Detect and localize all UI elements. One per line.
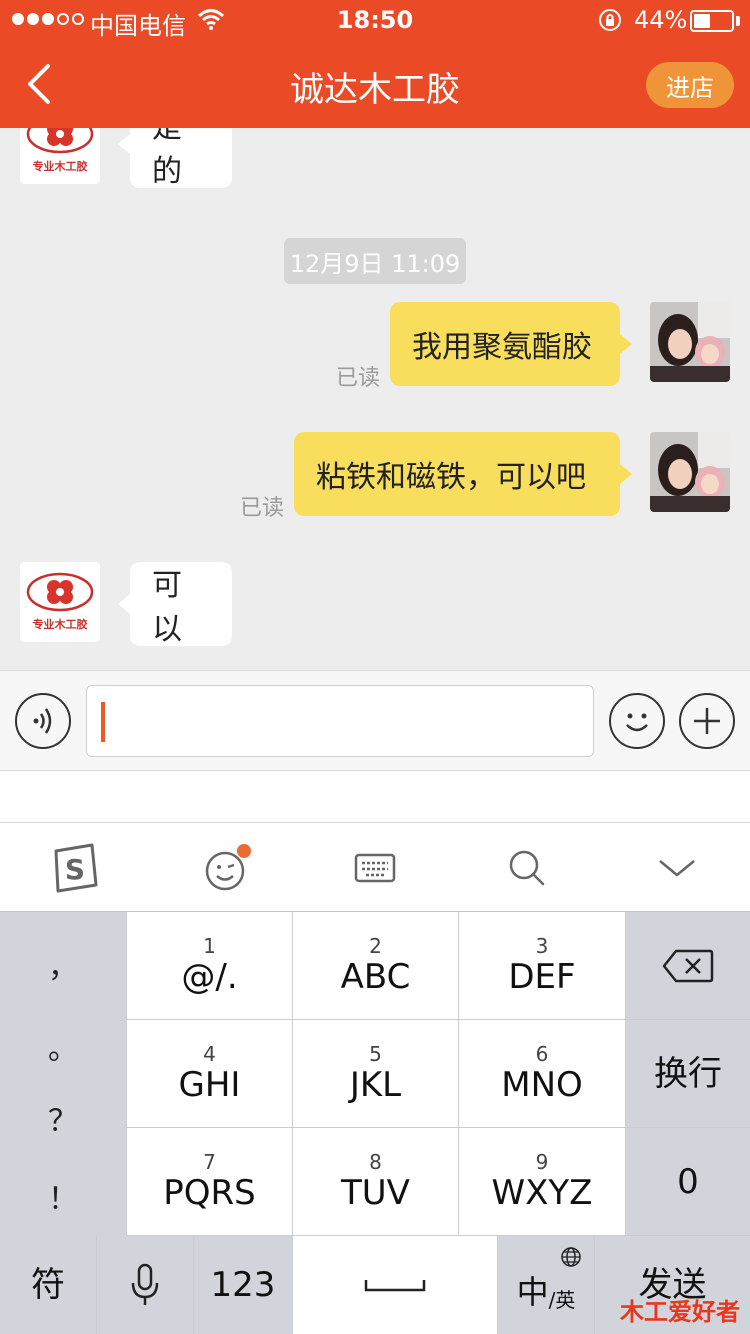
microphone-icon: [131, 1263, 159, 1305]
chat-timestamp: 12月9日 11:09: [284, 238, 466, 284]
backspace-icon: [662, 949, 714, 982]
user-photo-icon: [650, 432, 730, 512]
plus-icon: [694, 708, 720, 734]
enter-store-button[interactable]: 进店: [646, 62, 734, 108]
chat-thread[interactable]: 专业木工胶 是的 12月9日 11:09 已读 我用聚氨酯胶 已读 粘铁和磁铁，…: [0, 128, 750, 670]
app-header: 中国电信 18:50 44% 诚达木工胶 进店: [0, 0, 750, 128]
message-bubble[interactable]: 我用聚氨酯胶: [390, 302, 620, 386]
space-key[interactable]: [293, 1236, 497, 1334]
message-input[interactable]: [86, 685, 594, 757]
punct-question-key[interactable]: ？: [0, 1096, 126, 1140]
message-text: 我用聚氨酯胶: [412, 330, 592, 365]
page-title: 诚达木工胶: [290, 70, 460, 110]
user-avatar[interactable]: [650, 302, 730, 382]
voice-wave-icon: [33, 708, 52, 734]
message-bubble[interactable]: 可以: [130, 562, 232, 647]
key-7[interactable]: 7 PQRS: [127, 1128, 292, 1235]
key-8[interactable]: 8 TUV: [293, 1128, 458, 1235]
mic-key[interactable]: [97, 1236, 193, 1334]
keyboard-icon[interactable]: [348, 841, 402, 895]
backspace-key[interactable]: [626, 912, 750, 1019]
watermark-logo: 木工爱好者: [620, 1298, 740, 1326]
collapse-icon[interactable]: [650, 841, 704, 895]
key-4[interactable]: 4 GHI: [127, 1020, 292, 1127]
language-switch-key[interactable]: 中 /英: [498, 1236, 594, 1334]
battery-icon: [690, 10, 734, 32]
key-2[interactable]: 2 ABC: [293, 912, 458, 1019]
message-text: 粘铁和磁铁，可以吧: [316, 460, 586, 495]
key-0[interactable]: 0: [626, 1128, 750, 1235]
symbols-key[interactable]: 符: [0, 1236, 96, 1334]
read-receipt: 已读: [336, 366, 381, 391]
voice-toggle-button[interactable]: [15, 693, 71, 749]
status-bar: 中国电信 18:50 44%: [0, 0, 750, 40]
text-caret: [101, 702, 105, 742]
keyboard-toolbar: S: [0, 822, 750, 912]
punctuation-column[interactable]: ， 。 ？ ！: [0, 912, 126, 1236]
numbers-key[interactable]: 123: [194, 1236, 292, 1334]
globe-icon: [561, 1247, 581, 1267]
punct-exclaim-key[interactable]: ！: [0, 1174, 126, 1218]
emoji-icon[interactable]: [198, 841, 252, 895]
rotation-lock-icon: [599, 9, 621, 31]
emoji-button[interactable]: [609, 693, 665, 749]
read-receipt: 已读: [240, 496, 285, 521]
more-options-button[interactable]: [679, 693, 735, 749]
shop-avatar[interactable]: 专业木工胶: [20, 562, 100, 642]
candidate-strip: [0, 770, 750, 822]
smiley-icon: [626, 713, 648, 732]
svg-text:S: S: [65, 853, 85, 886]
lang-main-label: 中: [516, 1273, 549, 1311]
enter-key[interactable]: 换行: [626, 1020, 750, 1127]
punct-comma-key[interactable]: ，: [0, 942, 126, 986]
keyboard: ， 。 ？ ！ 1 @/. 2 ABC 3 DEF 4 GHI 5 JKL 6 …: [0, 912, 750, 1334]
space-bar-icon: [364, 1280, 426, 1292]
key-5[interactable]: 5 JKL: [293, 1020, 458, 1127]
user-photo-icon: [650, 302, 730, 382]
key-3[interactable]: 3 DEF: [459, 912, 625, 1019]
search-icon[interactable]: [500, 841, 554, 895]
key-6[interactable]: 6 MNO: [459, 1020, 625, 1127]
lang-sub-label: /英: [548, 1288, 576, 1312]
shop-avatar[interactable]: 专业木工胶: [20, 128, 100, 184]
sogou-icon[interactable]: S: [48, 841, 102, 895]
user-avatar[interactable]: [650, 432, 730, 512]
battery-percent: 44%: [634, 6, 688, 34]
key-1[interactable]: 1 @/.: [127, 912, 292, 1019]
message-text: 可以: [152, 568, 182, 647]
key-9[interactable]: 9 WXYZ: [459, 1128, 625, 1235]
shop-logo-icon: [26, 128, 94, 154]
message-bubble[interactable]: 是的: [130, 128, 232, 189]
message-text: 是的: [152, 128, 182, 189]
shop-logo-caption: 专业木工胶: [32, 160, 88, 173]
message-input-bar: [0, 670, 750, 770]
shop-logo-caption: 专业木工胶: [32, 618, 88, 631]
message-bubble[interactable]: 粘铁和磁铁，可以吧: [294, 432, 620, 516]
punct-period-key[interactable]: 。: [0, 1024, 126, 1068]
